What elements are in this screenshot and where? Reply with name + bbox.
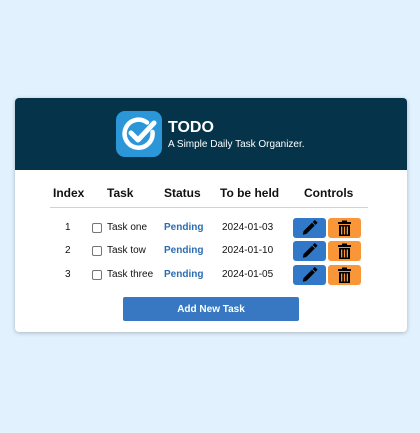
trash-icon — [338, 243, 351, 259]
table-row: 2 Task tow Pending 2024-01-10 — [15, 241, 407, 261]
due-date: 2024-01-05 — [222, 269, 274, 280]
trash-icon — [338, 220, 351, 236]
status-badge: Pending — [164, 222, 204, 233]
table-header: Index Task Status To be held Controls — [15, 186, 407, 202]
pencil-icon — [302, 266, 318, 282]
row-index: 3 — [65, 269, 71, 280]
row-index: 2 — [65, 245, 71, 256]
column-header-status: Status — [164, 186, 201, 200]
add-task-button[interactable]: Add New Task — [123, 297, 299, 321]
column-header-date: To be held — [220, 186, 280, 200]
task-name: Task one — [107, 222, 148, 233]
column-header-task: Task — [107, 186, 134, 200]
column-header-index: Index — [53, 186, 85, 200]
task-checkbox[interactable] — [92, 270, 102, 280]
pencil-icon — [302, 219, 318, 235]
task-checkbox[interactable] — [92, 223, 102, 233]
due-date: 2024-01-03 — [222, 222, 274, 233]
column-header-controls: Controls — [304, 186, 354, 200]
table-row: 1 Task one Pending 2024-01-03 — [15, 218, 407, 238]
pencil-icon — [302, 242, 318, 258]
status-badge: Pending — [164, 245, 204, 256]
todo-card: TODO A Simple Daily Task Organizer. Inde… — [15, 98, 407, 332]
edit-button[interactable] — [293, 241, 326, 261]
check-circle-icon — [116, 111, 162, 157]
trash-icon — [338, 267, 351, 283]
app-title: TODO — [168, 119, 214, 136]
app-subtitle: A Simple Daily Task Organizer. — [168, 139, 305, 150]
delete-button[interactable] — [328, 241, 361, 261]
delete-button[interactable] — [328, 265, 361, 285]
delete-button[interactable] — [328, 218, 361, 238]
app-header: TODO A Simple Daily Task Organizer. — [15, 98, 407, 170]
edit-button[interactable] — [293, 218, 326, 238]
status-badge: Pending — [164, 269, 204, 280]
task-name: Task three — [107, 269, 154, 280]
edit-button[interactable] — [293, 265, 326, 285]
task-name: Task tow — [107, 245, 146, 256]
header-divider — [50, 207, 368, 208]
row-index: 1 — [65, 222, 71, 233]
due-date: 2024-01-10 — [222, 245, 274, 256]
task-checkbox[interactable] — [92, 246, 102, 256]
table-row: 3 Task three Pending 2024-01-05 — [15, 265, 407, 285]
